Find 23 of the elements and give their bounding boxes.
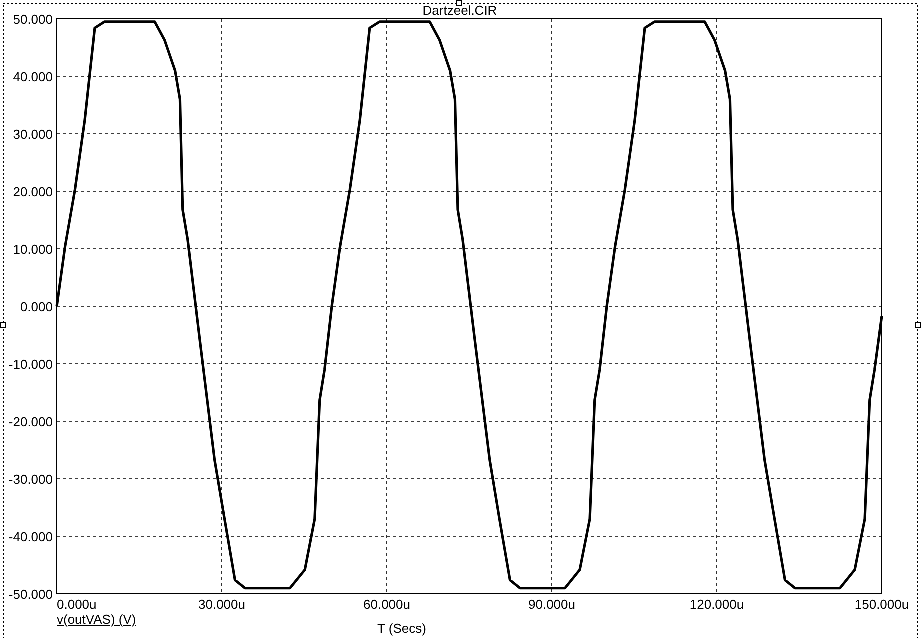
x-axis-label: T (Secs) <box>378 621 426 636</box>
resize-handle[interactable] <box>456 0 462 6</box>
legend-label: v(outVAS) (V) <box>57 612 136 627</box>
x-tick-label: 90.000u <box>528 597 576 612</box>
y-tick-label: -10.000 <box>8 357 53 372</box>
y-tick-label: -50.000 <box>8 587 53 602</box>
resize-handle[interactable] <box>915 322 921 328</box>
y-tick-label: -20.000 <box>8 414 53 430</box>
y-tick-label: 0.000 <box>20 300 53 314</box>
y-tick-label: 20.000 <box>13 184 53 200</box>
resize-handle[interactable] <box>0 322 6 328</box>
y-tick-label: 30.000 <box>13 127 53 142</box>
y-tick-label: -30.000 <box>8 472 53 487</box>
y-tick-label: -40.000 <box>8 530 53 544</box>
x-tick-label: 60.000u <box>364 597 410 612</box>
x-tick-label: 120.000u <box>690 597 744 612</box>
x-tick-label: 30.000u <box>198 597 246 612</box>
y-tick-label: 10.000 <box>13 242 53 257</box>
y-tick-label: 40.000 <box>13 70 53 84</box>
chart-title: Dartzeel.CIR <box>422 3 498 18</box>
y-tick-label: 50.000 <box>13 12 53 27</box>
x-tick-label: 0.000u <box>57 597 97 612</box>
x-tick-label: 150.000u <box>854 597 910 612</box>
